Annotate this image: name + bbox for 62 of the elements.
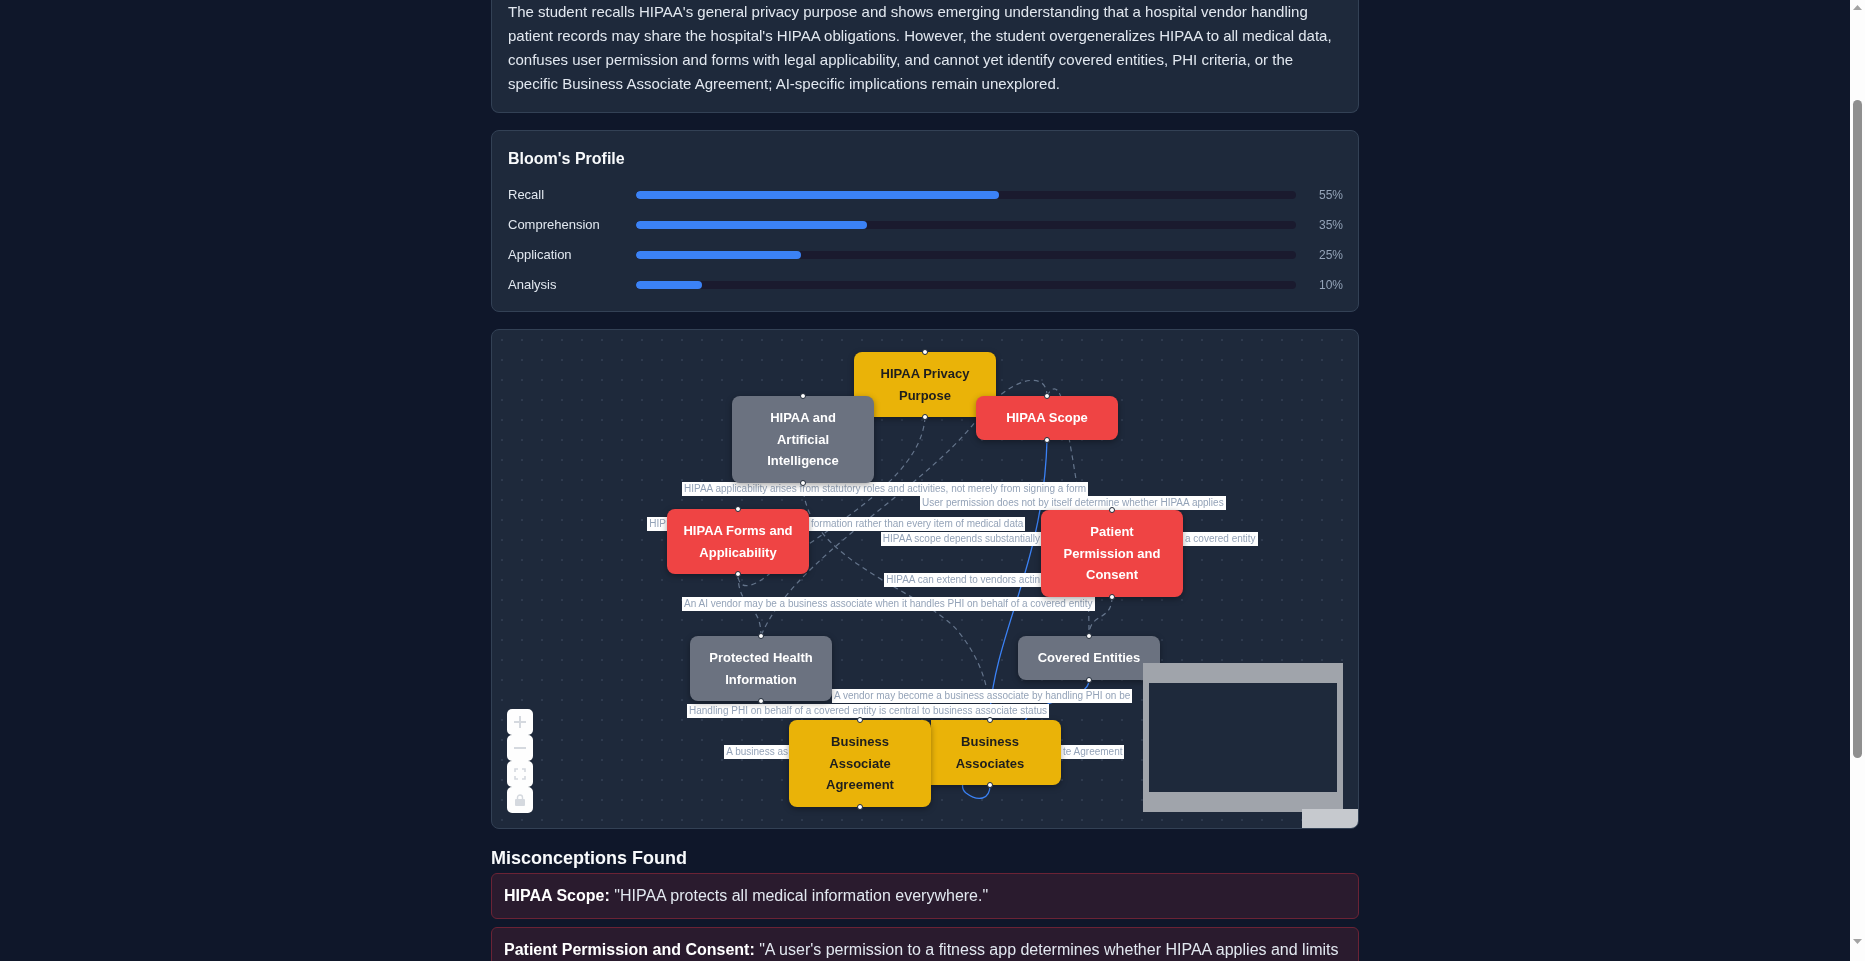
connection-dot-icon[interactable] bbox=[922, 349, 928, 355]
edge-label: HIPAA can extend to vendors actin bbox=[884, 573, 1042, 587]
concept-node[interactable]: Business Associate Agreement bbox=[789, 720, 931, 807]
lock-button[interactable] bbox=[507, 787, 533, 813]
bloom-level-label: Application bbox=[508, 246, 572, 264]
section-title: Misconceptions Found bbox=[491, 847, 688, 869]
concept-node[interactable]: HIPAA and Artificial Intelligence bbox=[732, 396, 874, 483]
connection-dot-icon[interactable] bbox=[800, 393, 806, 399]
connection-dot-icon[interactable] bbox=[1109, 507, 1115, 513]
misconception-text: Patient Permission and Consent: "A user's permission to a fitness app determines whether HIPAA applies and limits bbox=[504, 941, 1339, 958]
edge-label: An AI vendor may be a business associate when it handles PHI on behalf of a covered entity bbox=[682, 597, 1095, 611]
corner-brackets-icon bbox=[514, 768, 526, 780]
percent-reading: 25% bbox=[1318, 247, 1343, 263]
connection-dot-icon[interactable] bbox=[1086, 633, 1092, 639]
connection-dot-icon[interactable] bbox=[1109, 593, 1115, 600]
edge-label: Handling PHI on behalf of a covered entity is central to business associate status bbox=[687, 704, 1049, 718]
concept-node[interactable]: Covered Entities bbox=[1018, 636, 1160, 680]
connection-dot-icon[interactable] bbox=[758, 698, 764, 704]
edge-label: HIPAA scope depends substantially bbox=[880, 532, 1042, 546]
connection-dot-icon[interactable] bbox=[987, 782, 993, 788]
misconception-text: HIPAA Scope: "HIPAA protects all medical information everywhere." bbox=[504, 887, 989, 904]
percent-reading: 55% bbox=[1318, 187, 1343, 203]
edge-label: a covered entity bbox=[1183, 532, 1258, 546]
connection-dot-icon[interactable] bbox=[1044, 393, 1050, 399]
connection-dot-icon[interactable] bbox=[857, 717, 863, 723]
connection-dot-icon[interactable] bbox=[758, 633, 764, 639]
concept-node[interactable]: Protected Health Information bbox=[690, 636, 832, 701]
minimap[interactable] bbox=[1143, 663, 1343, 812]
connection-dot-icon[interactable] bbox=[800, 479, 806, 486]
edge-label: A business as bbox=[724, 745, 790, 759]
concept-node[interactable]: Patient Permission and Consent bbox=[1041, 510, 1183, 597]
minus-icon bbox=[514, 747, 526, 749]
connection-dot-icon[interactable] bbox=[857, 803, 863, 810]
connection-dot-icon[interactable] bbox=[735, 506, 741, 512]
edge-label: A vendor may become a business associate by handling PHI on be bbox=[832, 689, 1133, 703]
plus-icon bbox=[514, 716, 526, 728]
summary-text: The student recalls HIPAA's general privacy purpose and shows emerging understanding that a hospital vendor handling patient records may share the hospital's HIPAA obligations. However, the student overgeneralizes HIPAA to all medical data, confuses user permission and forms with legal applicability, and cannot yet identify covered entities, PHI criteria, or the specific Business Associate Agreement; AI-specific implications remain unexplored. bbox=[508, 2, 1333, 94]
connection-dot-icon[interactable] bbox=[1044, 436, 1050, 443]
edge-label: User permission does not by itself determine whether HIPAA applies bbox=[920, 496, 1226, 510]
zoom-in-button[interactable] bbox=[507, 709, 533, 735]
concept-node[interactable]: HIPAA Privacy Purpose bbox=[854, 352, 996, 417]
bloom-level-label: Analysis bbox=[508, 276, 557, 294]
connection-dot-icon[interactable] bbox=[1086, 676, 1092, 683]
connection-dot-icon[interactable] bbox=[735, 571, 741, 577]
percent-reading: 35% bbox=[1318, 217, 1343, 233]
edge-label: HIP bbox=[647, 517, 668, 531]
concept-node[interactable]: HIPAA Scope bbox=[976, 396, 1118, 440]
edge-label: formation rather than every item of medical data bbox=[809, 517, 1026, 531]
bloom-level-label: Comprehension bbox=[508, 216, 600, 234]
connection-dot-icon[interactable] bbox=[987, 717, 993, 723]
edge-label: HIPAA applicability arises from statutory roles and activities, not merely from signing a form bbox=[682, 482, 1089, 496]
scrollbar-thumb[interactable] bbox=[1853, 100, 1862, 758]
bloom-level-label: Recall bbox=[508, 186, 545, 204]
concept-node[interactable]: Business Associates bbox=[931, 720, 1061, 785]
scrollbar[interactable] bbox=[1850, 0, 1865, 961]
edge-label: te Agreement bbox=[1061, 745, 1125, 759]
lock-icon bbox=[515, 794, 525, 806]
corner-panel bbox=[1302, 809, 1358, 828]
section-title: Bloom's Profile bbox=[508, 149, 626, 169]
concept-node[interactable]: HIPAA Forms and Applicability bbox=[667, 509, 809, 574]
percent-reading: 10% bbox=[1318, 277, 1343, 293]
connection-dot-icon[interactable] bbox=[922, 414, 928, 420]
